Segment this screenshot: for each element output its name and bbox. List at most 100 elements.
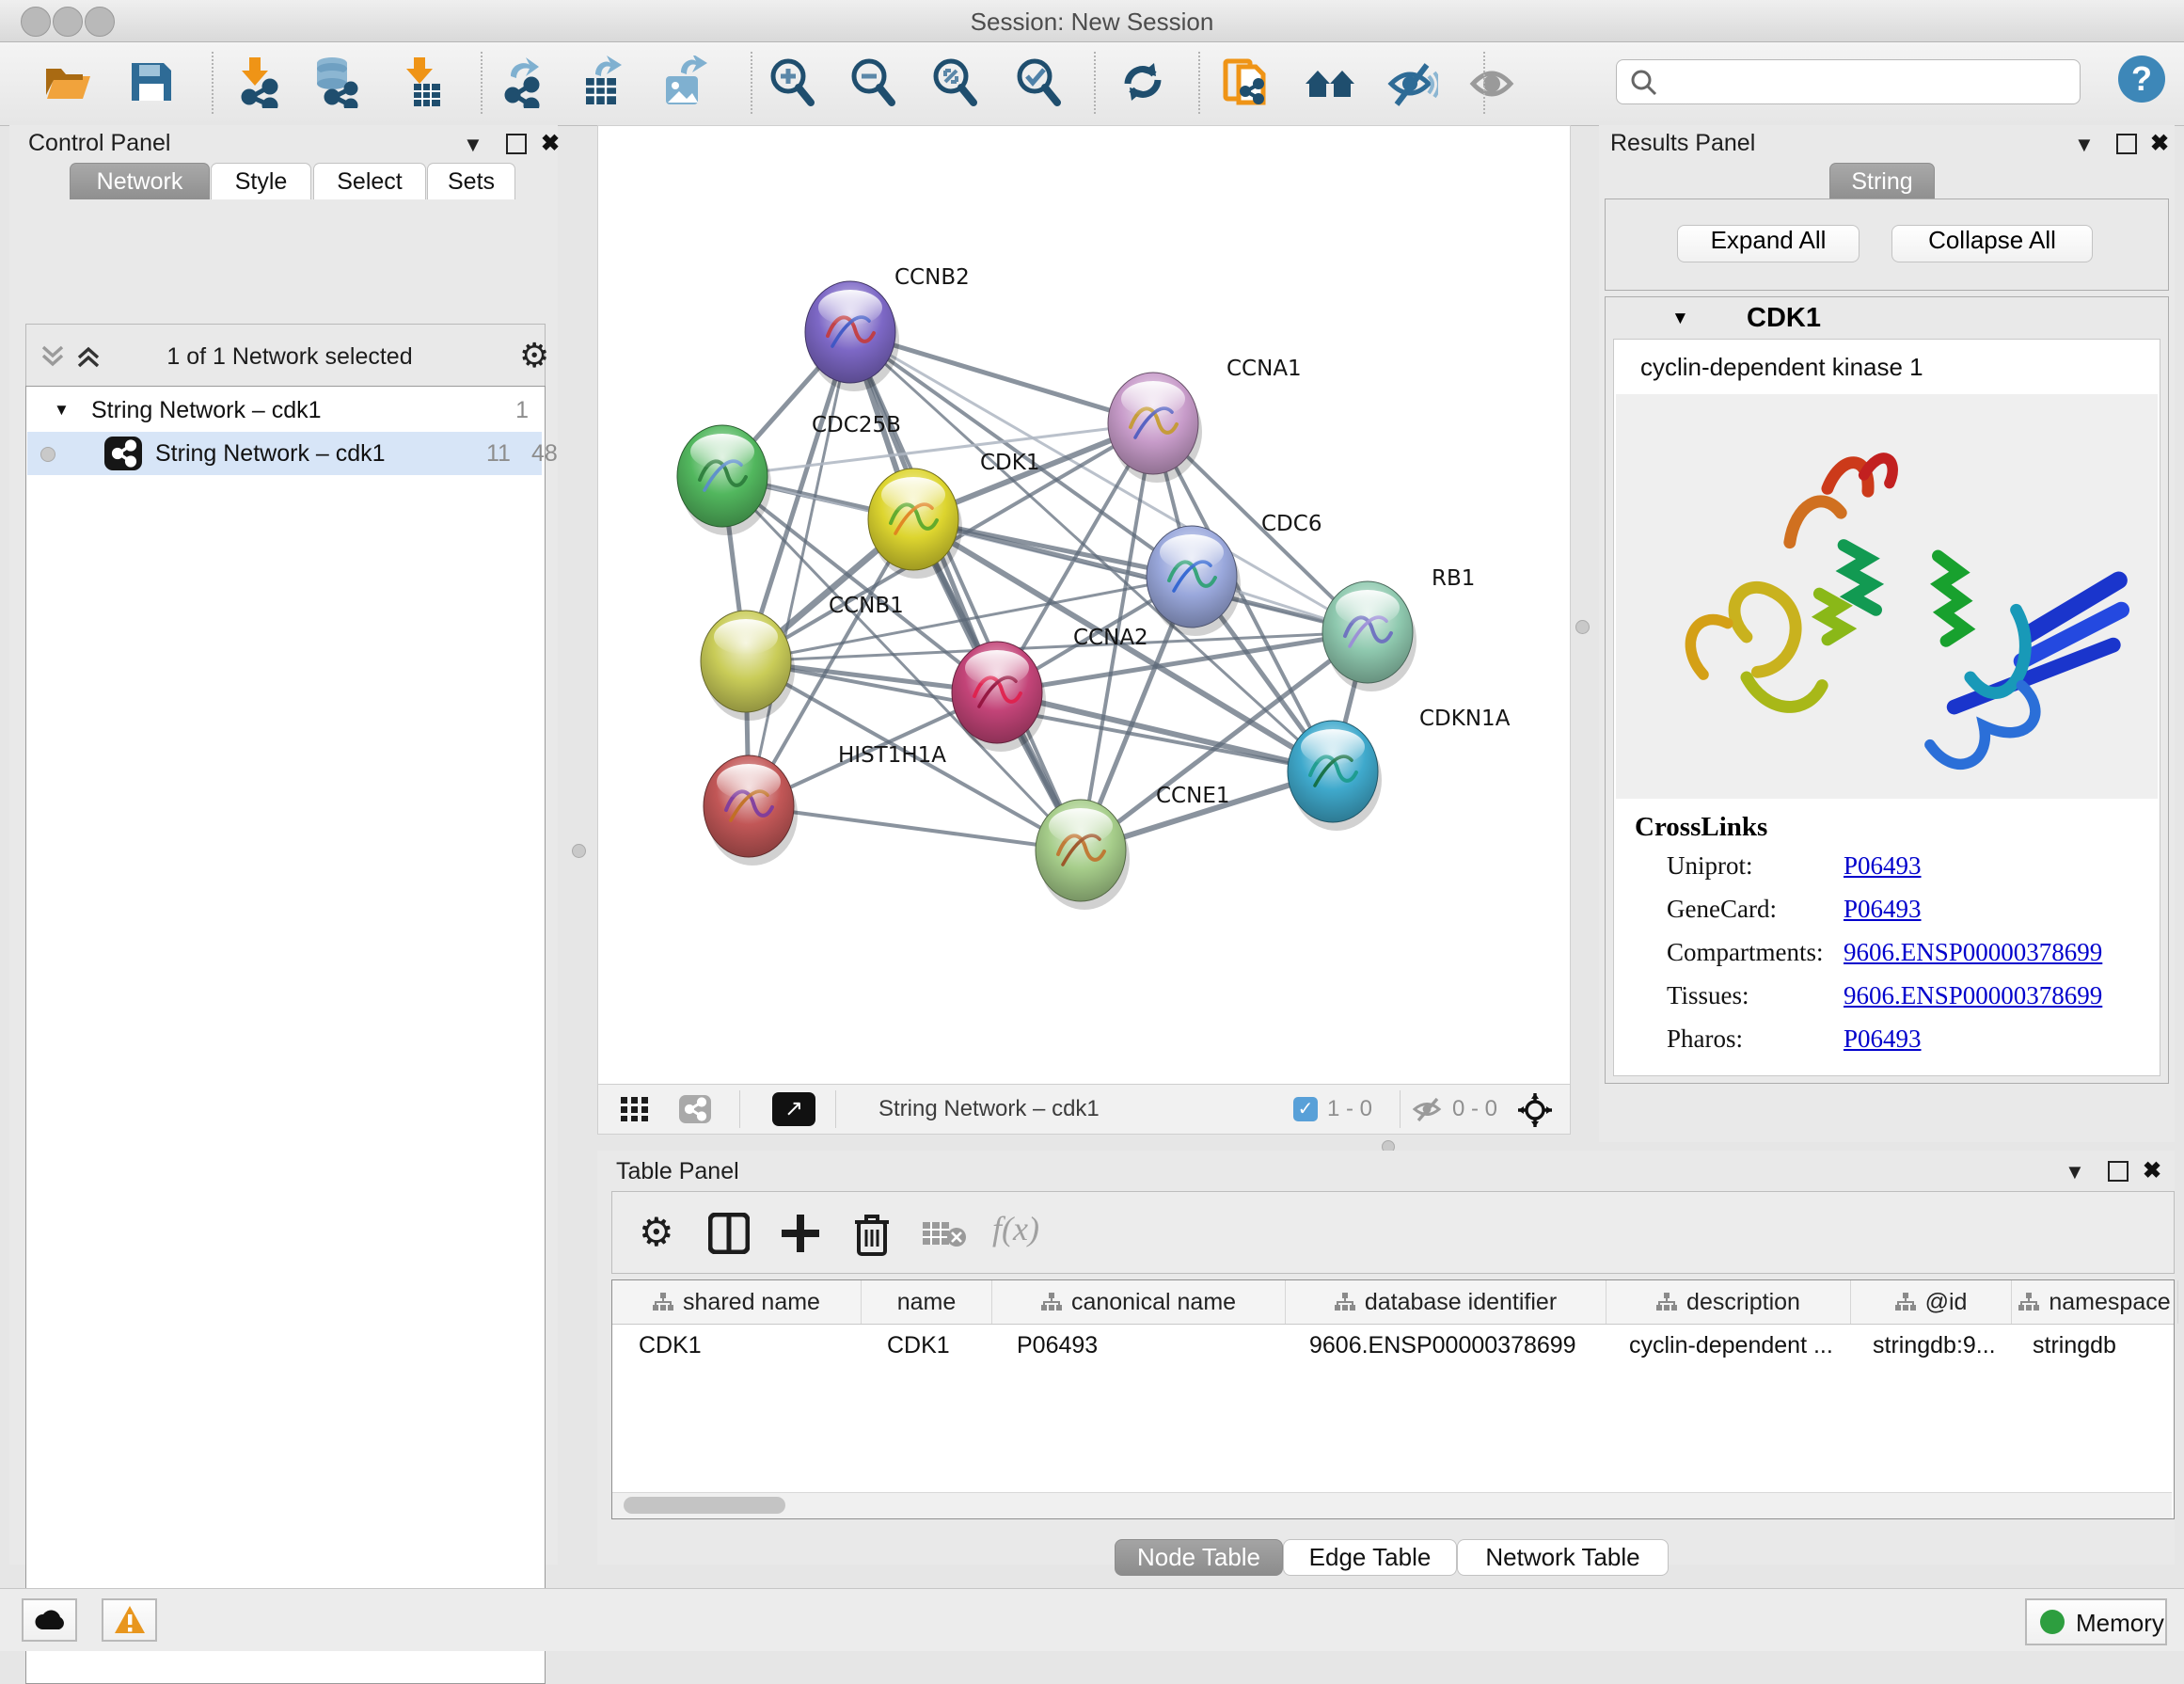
table-cell[interactable]: P06493: [990, 1325, 1283, 1366]
network-node-ccna1[interactable]: CCNA1: [1108, 357, 1302, 483]
import-table-icon[interactable]: [395, 56, 448, 108]
memory-button[interactable]: Memory: [2025, 1598, 2167, 1645]
network-canvas[interactable]: CCNB2CCNA1CDC25BCDK1CDC6RB1CCNB1CCNA2CDK…: [597, 125, 1571, 1086]
export-image-icon[interactable]: [657, 56, 709, 108]
save-session-icon[interactable]: [124, 56, 177, 108]
search-input[interactable]: [1666, 64, 2065, 100]
network-options-gear-icon[interactable]: ⚙: [519, 336, 549, 375]
crosslink-uniprot-link[interactable]: P06493: [1844, 851, 1922, 881]
cdk1-collapse-icon[interactable]: ▼: [1671, 309, 1689, 329]
cloud-status-button[interactable]: [22, 1598, 77, 1642]
crosslink-pharos-link[interactable]: P06493: [1844, 1025, 1922, 1054]
network-node-ccnb2[interactable]: CCNB2: [805, 265, 970, 391]
h-scrollbar-thumb[interactable]: [624, 1497, 785, 1514]
share-view-icon[interactable]: [679, 1095, 711, 1123]
control-panel-close-icon[interactable]: ✖: [541, 130, 560, 157]
left-splitter-handle[interactable]: [572, 844, 586, 858]
control-panel-menu-arrow-icon[interactable]: ▼: [463, 133, 483, 157]
column-header-shared-name[interactable]: shared name: [612, 1280, 862, 1324]
tab-node-table[interactable]: Node Table: [1115, 1539, 1283, 1576]
column-header-name[interactable]: name: [862, 1280, 992, 1324]
table-cell[interactable]: CDK1: [861, 1325, 990, 1366]
duplicate-network-icon[interactable]: [1220, 56, 1273, 108]
column-header-description[interactable]: description: [1606, 1280, 1851, 1324]
tab-sets[interactable]: Sets: [427, 163, 515, 199]
warning-status-button[interactable]: [102, 1598, 157, 1642]
table-row[interactable]: CDK1CDK1P064939606.ENSP00000378699cyclin…: [612, 1325, 2174, 1366]
export-network-icon[interactable]: [494, 56, 546, 108]
grid-view-icon[interactable]: [621, 1097, 649, 1121]
show-graphics-icon[interactable]: [1467, 56, 1520, 108]
tab-string[interactable]: String: [1829, 163, 1935, 199]
collection-collapse-icon[interactable]: ▼: [54, 389, 70, 432]
network-collection-row[interactable]: ▼ String Network – cdk1 1: [27, 389, 542, 432]
crosshair-icon[interactable]: [1518, 1093, 1552, 1127]
collapse-all-chevron-icon[interactable]: [40, 345, 68, 370]
tab-style[interactable]: Style: [211, 163, 311, 199]
table-cell[interactable]: cyclin-dependent ...: [1603, 1325, 1846, 1366]
crosslink-label: Compartments:: [1667, 938, 1823, 967]
network-row-label: String Network – cdk1: [155, 432, 386, 475]
network-node-cdc6[interactable]: CDC6: [1147, 512, 1321, 636]
search-box[interactable]: [1616, 59, 2081, 104]
refresh-icon[interactable]: [1116, 56, 1169, 108]
crosslink-tissues-link[interactable]: 9606.ENSP00000378699: [1844, 981, 2102, 1010]
crosslink-genecard-link[interactable]: P06493: [1844, 895, 1922, 924]
zoom-in-icon[interactable]: [766, 56, 818, 108]
node-label: HIST1H1A: [838, 743, 946, 768]
tab-network[interactable]: Network: [70, 163, 210, 199]
open-session-icon[interactable]: [41, 56, 94, 108]
right-splitter-handle[interactable]: [1575, 620, 1590, 634]
control-panel-float-icon[interactable]: [506, 134, 527, 154]
results-panel-close-icon[interactable]: ✖: [2150, 130, 2169, 157]
table-panel-float-icon[interactable]: [2108, 1161, 2129, 1182]
network-graph[interactable]: CCNB2CCNA1CDC25BCDK1CDC6RB1CCNB1CCNA2CDK…: [598, 126, 1570, 1085]
column-header-namespace[interactable]: namespace: [2012, 1280, 2178, 1324]
tab-select[interactable]: Select: [313, 163, 426, 199]
table-cell[interactable]: 9606.ENSP00000378699: [1283, 1325, 1603, 1366]
network-node-hist1h1a[interactable]: HIST1H1A: [704, 743, 946, 866]
table-settings-gear-icon[interactable]: ⚙: [639, 1209, 674, 1255]
create-column-plus-icon[interactable]: [780, 1213, 821, 1254]
expand-all-chevron-icon[interactable]: [75, 345, 103, 370]
import-network-database-icon[interactable]: [309, 56, 362, 108]
delete-column-trash-icon[interactable]: [853, 1211, 891, 1256]
table-cell[interactable]: stringdb:9...: [1846, 1325, 2006, 1366]
show-columns-icon[interactable]: [708, 1213, 750, 1254]
expand-all-button[interactable]: Expand All: [1677, 225, 1860, 262]
collapse-all-button[interactable]: Collapse All: [1891, 225, 2093, 262]
network-row-selected[interactable]: String Network – cdk1 11 48: [27, 432, 542, 475]
results-panel-menu-arrow-icon[interactable]: ▼: [2074, 133, 2095, 157]
hide-graphics-icon[interactable]: [1385, 56, 1438, 108]
table-cell[interactable]: stringdb: [2006, 1325, 2172, 1366]
column-header-canonical-name[interactable]: canonical name: [992, 1280, 1286, 1324]
network-overview-icon[interactable]: [1304, 56, 1356, 108]
tab-network-table[interactable]: Network Table: [1457, 1539, 1669, 1576]
zoom-out-icon[interactable]: [847, 56, 899, 108]
network-node-rb1[interactable]: RB1: [1322, 566, 1475, 691]
help-icon[interactable]: ?: [2118, 56, 2165, 103]
zoom-fit-icon[interactable]: [928, 56, 981, 108]
birds-eye-toggle[interactable]: ↗: [772, 1092, 815, 1126]
import-network-icon[interactable]: [230, 56, 283, 108]
h-scrollbar-track[interactable]: [612, 1492, 2172, 1518]
network-node-cdkn1a[interactable]: CDKN1A: [1288, 707, 1511, 831]
table-cell[interactable]: CDK1: [612, 1325, 861, 1366]
column-header-database-identifier[interactable]: database identifier: [1286, 1280, 1606, 1324]
crosslink-compartments-link[interactable]: 9606.ENSP00000378699: [1844, 938, 2102, 967]
status-bar: Memory: [0, 1588, 2184, 1651]
network-node-cdc25b[interactable]: CDC25B: [677, 413, 901, 535]
network-edge[interactable]: [850, 332, 1081, 850]
selected-nodes-checkbox-icon[interactable]: ✓: [1293, 1097, 1318, 1121]
network-node-ccne1[interactable]: CCNE1: [1036, 784, 1230, 910]
table-panel-close-icon[interactable]: ✖: [2143, 1157, 2161, 1184]
column-header-@id[interactable]: @id: [1851, 1280, 2012, 1324]
network-edge[interactable]: [749, 332, 850, 806]
tab-edge-table[interactable]: Edge Table: [1283, 1539, 1457, 1576]
zoom-selected-icon[interactable]: [1012, 56, 1065, 108]
results-panel-float-icon[interactable]: [2116, 134, 2137, 154]
network-edge[interactable]: [749, 806, 1081, 850]
table-panel-menu-arrow-icon[interactable]: ▼: [2065, 1160, 2085, 1184]
export-table-icon[interactable]: [575, 56, 627, 108]
netbar-separator: [835, 1090, 836, 1128]
